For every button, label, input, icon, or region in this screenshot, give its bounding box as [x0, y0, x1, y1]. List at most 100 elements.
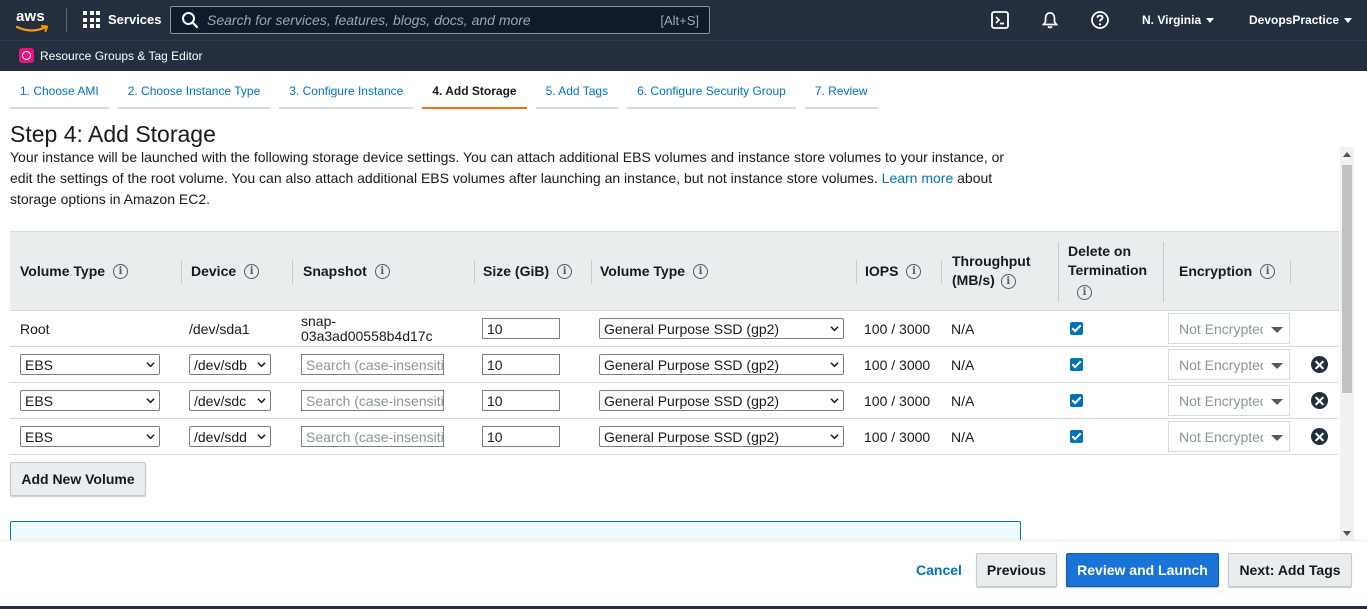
- caret-down-icon: [1206, 17, 1215, 23]
- volume-type-select[interactable]: EBS: [20, 354, 160, 375]
- size-input[interactable]: 10: [482, 426, 560, 447]
- info-icon[interactable]: i: [906, 263, 922, 279]
- review-and-launch-button[interactable]: Review and Launch: [1066, 553, 1219, 587]
- wizard-footer: Cancel Previous Review and Launch Next: …: [0, 540, 1367, 609]
- info-icon[interactable]: i: [557, 263, 573, 279]
- throughput-text: N/A: [951, 356, 975, 373]
- table-row: EBS /dev/sdb Search (case-insensitive) 1…: [10, 347, 1339, 383]
- search-shortcut: [Alt+S]: [660, 12, 699, 28]
- tab-choose-ami[interactable]: 1. Choose AMI: [10, 78, 109, 109]
- scrollbar-thumb[interactable]: [1342, 165, 1352, 393]
- wizard-steps: 1. Choose AMI 2. Choose Instance Type 3.…: [10, 78, 887, 109]
- delete-on-termination-checkbox[interactable]: [1070, 430, 1083, 443]
- learn-more-link[interactable]: Learn more: [882, 170, 954, 186]
- device-select[interactable]: /dev/sdb: [189, 354, 271, 375]
- add-new-volume-button[interactable]: Add New Volume: [10, 462, 146, 496]
- tab-choose-instance-type[interactable]: 2. Choose Instance Type: [117, 78, 271, 109]
- table-row: Root /dev/sda1 snap- 03a3ad00558b4d17c 1…: [10, 311, 1339, 347]
- iops-text: 100 / 3000: [864, 320, 931, 337]
- aws-smile-icon: [16, 25, 49, 32]
- encryption-select[interactable]: Not Encrypted: [1168, 313, 1290, 344]
- iops-text: 100 / 3000: [864, 392, 931, 409]
- help-icon[interactable]: [1090, 10, 1110, 30]
- iops-text: 100 / 3000: [864, 428, 931, 445]
- info-icon[interactable]: i: [1260, 263, 1276, 279]
- chevron-down-icon: [257, 398, 266, 404]
- remove-volume-icon[interactable]: [1311, 356, 1328, 373]
- account-menu[interactable]: DevopsPractice: [1249, 13, 1353, 27]
- size-input[interactable]: 10: [482, 354, 560, 375]
- volume-type-select[interactable]: EBS: [20, 390, 160, 411]
- snapshot-search-input[interactable]: Search (case-insensitive): [301, 390, 444, 411]
- snapshot-id-line: 03a3ad00558b4d17c: [301, 327, 433, 344]
- vertical-scrollbar[interactable]: [1340, 147, 1354, 540]
- remove-volume-icon[interactable]: [1311, 392, 1328, 409]
- remove-volume-icon[interactable]: [1311, 428, 1328, 445]
- resource-groups-link[interactable]: Resource Groups & Tag Editor: [40, 49, 203, 63]
- cloudshell-icon[interactable]: [990, 10, 1010, 30]
- search-bar[interactable]: [Alt+S]: [170, 6, 710, 34]
- snapshot-search-input[interactable]: Search (case-insensitive): [301, 426, 444, 447]
- header-size: Size (GiB) i: [483, 232, 592, 310]
- region-selector[interactable]: N. Virginia: [1142, 13, 1215, 27]
- info-icon[interactable]: i: [244, 263, 260, 279]
- encryption-select[interactable]: Not Encrypted: [1168, 385, 1290, 416]
- chevron-down-icon: [146, 434, 155, 440]
- select-value: EBS: [25, 428, 54, 445]
- tab-review[interactable]: 7. Review: [804, 78, 878, 109]
- select-value: General Purpose SSD (gp2): [604, 320, 780, 337]
- page-description: Your instance will be launched with the …: [10, 147, 1020, 210]
- header-label: Size (GiB): [483, 262, 550, 279]
- encryption-select[interactable]: Not Encrypted: [1168, 421, 1290, 452]
- ebs-volume-type-select[interactable]: General Purpose SSD (gp2): [599, 426, 844, 447]
- bell-icon[interactable]: [1040, 10, 1060, 30]
- select-value: EBS: [25, 356, 54, 373]
- header-label: Delete on: [1068, 243, 1132, 260]
- delete-on-termination-checkbox[interactable]: [1070, 322, 1083, 335]
- description-text: Your instance will be launched with the …: [10, 149, 1005, 186]
- previous-button[interactable]: Previous: [976, 553, 1057, 587]
- info-icon[interactable]: i: [1077, 284, 1092, 300]
- encryption-select[interactable]: Not Encrypted: [1168, 349, 1290, 380]
- header-label: Volume Type: [600, 262, 686, 279]
- sub-navigation: Resource Groups & Tag Editor: [0, 40, 1367, 71]
- device-select[interactable]: /dev/sdd: [189, 426, 271, 447]
- volume-type-select[interactable]: EBS: [20, 426, 160, 447]
- device-select[interactable]: /dev/sdc: [189, 390, 271, 411]
- info-icon[interactable]: i: [113, 263, 129, 279]
- ebs-volume-type-select[interactable]: General Purpose SSD (gp2): [599, 390, 844, 411]
- tab-add-tags[interactable]: 5. Add Tags: [535, 78, 619, 109]
- tab-configure-instance[interactable]: 3. Configure Instance: [279, 78, 414, 109]
- volume-type-text: Root: [20, 320, 50, 337]
- select-value: General Purpose SSD (gp2): [604, 428, 780, 445]
- info-icon[interactable]: i: [1000, 273, 1016, 289]
- aws-logo[interactable]: aws: [16, 8, 52, 34]
- snapshot-search-input[interactable]: Search (case-insensitive): [301, 354, 444, 375]
- search-input[interactable]: [199, 8, 661, 32]
- page-title: Step 4: Add Storage: [10, 121, 216, 147]
- delete-on-termination-checkbox[interactable]: [1070, 394, 1083, 407]
- scroll-down-arrow-icon[interactable]: [1343, 531, 1351, 536]
- top-navigation: aws Services [Alt+S] N. Virginia: [0, 0, 1367, 40]
- tab-add-storage[interactable]: 4. Add Storage: [422, 78, 527, 109]
- scroll-up-arrow-icon[interactable]: [1343, 152, 1351, 157]
- delete-on-termination-checkbox[interactable]: [1070, 358, 1083, 371]
- select-value: EBS: [25, 392, 54, 409]
- throughput-text: N/A: [951, 428, 975, 445]
- ebs-volume-type-select[interactable]: General Purpose SSD (gp2): [599, 318, 844, 339]
- chevron-down-icon: [830, 398, 839, 404]
- select-value: General Purpose SSD (gp2): [604, 392, 780, 409]
- cancel-button[interactable]: Cancel: [908, 553, 970, 587]
- tab-configure-security-group[interactable]: 6. Configure Security Group: [627, 78, 796, 109]
- header-throughput: Throughput (MB/s) i: [952, 232, 1059, 310]
- info-icon[interactable]: i: [693, 263, 709, 279]
- services-menu-button[interactable]: Services: [83, 11, 162, 28]
- next-add-tags-button[interactable]: Next: Add Tags: [1228, 553, 1352, 587]
- info-icon[interactable]: i: [374, 263, 390, 279]
- size-input[interactable]: 10: [482, 390, 560, 411]
- size-input[interactable]: 10: [482, 318, 560, 339]
- caret-down-icon: [1344, 17, 1353, 23]
- ebs-volume-type-select[interactable]: General Purpose SSD (gp2): [599, 354, 844, 375]
- header-label: (MB/s): [952, 272, 995, 288]
- header-snapshot: Snapshot i: [303, 232, 475, 310]
